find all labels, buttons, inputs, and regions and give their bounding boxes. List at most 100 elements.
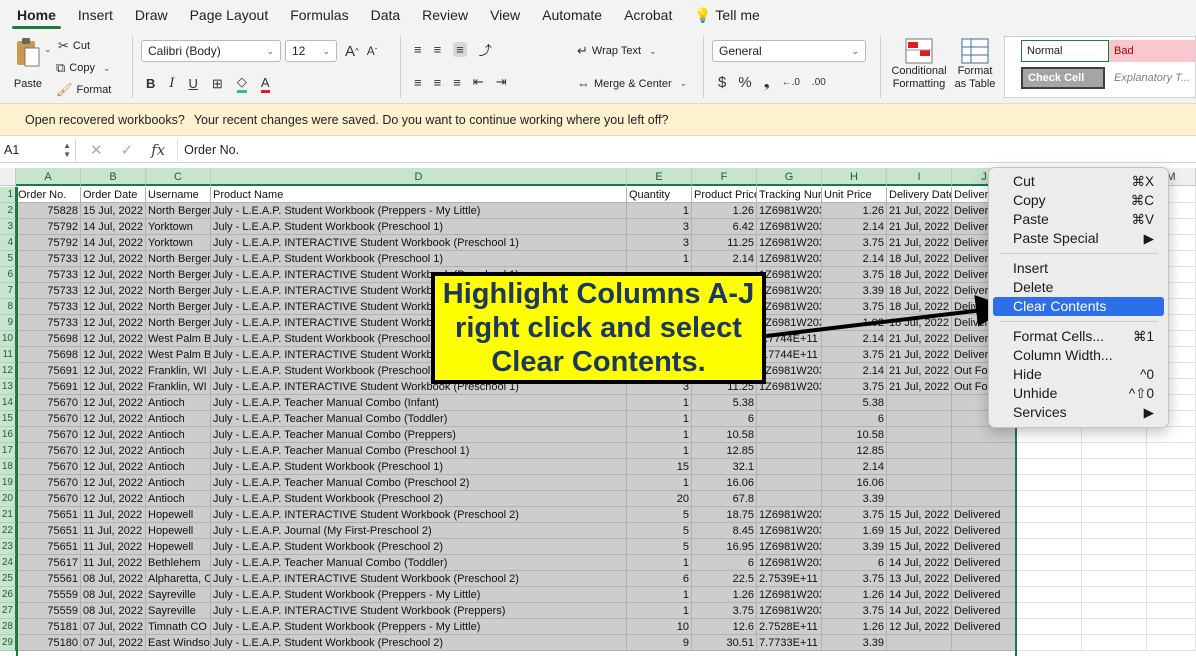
table-cell[interactable]: 12 Jul, 2022 [81, 395, 146, 411]
column-header[interactable]: C [146, 168, 211, 186]
table-cell[interactable]: July - L.E.A.P. Journal (My First-Presch… [211, 523, 627, 539]
empty-cell[interactable] [1017, 587, 1082, 603]
table-cell[interactable]: July - L.E.A.P. Teacher Manual Combo (Pr… [211, 427, 627, 443]
column-header[interactable]: F [692, 168, 757, 186]
row-header[interactable]: 2 [0, 203, 16, 219]
table-cell[interactable]: 1 [627, 555, 692, 571]
empty-cell[interactable] [1147, 603, 1196, 619]
table-cell[interactable]: 3.39 [822, 283, 887, 299]
table-cell[interactable]: 12.6 [692, 619, 757, 635]
column-header[interactable]: E [627, 168, 692, 186]
increase-indent-icon[interactable]: ⇥ [496, 74, 507, 90]
table-cell[interactable]: July - L.E.A.P. Teacher Manual Combo (Pr… [211, 443, 627, 459]
table-cell[interactable]: 2.7528E+11 [757, 619, 822, 635]
table-cell[interactable]: July - L.E.A.P. Student Workbook (Preppe… [211, 587, 627, 603]
table-cell[interactable]: Antioch [146, 443, 211, 459]
percent-icon[interactable]: % [738, 74, 751, 91]
table-cell[interactable]: 12 Jul, 2022 [81, 411, 146, 427]
align-top-icon[interactable]: ≡ [414, 42, 422, 57]
row-header[interactable]: 7 [0, 283, 16, 299]
table-cell[interactable]: Delivered [952, 523, 1017, 539]
tab-insert[interactable]: Insert [67, 0, 124, 30]
row-header[interactable]: 8 [0, 299, 16, 315]
table-cell[interactable]: 3.75 [822, 347, 887, 363]
table-cell[interactable]: 21 Jul, 2022 [887, 347, 952, 363]
table-cell[interactable]: 2.14 [692, 251, 757, 267]
table-cell[interactable]: 1Z6981W203 [757, 379, 822, 395]
table-cell[interactable]: Delivered [952, 603, 1017, 619]
table-cell[interactable]: 1.26 [692, 587, 757, 603]
bold-icon[interactable]: B [146, 76, 155, 91]
column-header[interactable]: D [211, 168, 627, 186]
table-cell[interactable]: 75792 [16, 235, 81, 251]
align-middle-icon[interactable]: ≡ [434, 42, 442, 57]
table-cell[interactable]: 3.39 [822, 539, 887, 555]
table-cell[interactable] [952, 491, 1017, 507]
row-header[interactable]: 3 [0, 219, 16, 235]
table-cell[interactable]: Timnath CO [146, 619, 211, 635]
table-cell[interactable]: 75651 [16, 539, 81, 555]
table-cell[interactable]: 3.75 [822, 267, 887, 283]
table-cell[interactable]: North Berger [146, 251, 211, 267]
tab-automate[interactable]: Automate [531, 0, 613, 30]
table-cell[interactable]: July - L.E.A.P. INTERACTIVE Student Work… [211, 507, 627, 523]
table-cell[interactable]: Delivered [952, 507, 1017, 523]
tab-draw[interactable]: Draw [124, 0, 179, 30]
table-cell[interactable]: 15 Jul, 2022 [81, 203, 146, 219]
table-cell[interactable]: 1 [627, 395, 692, 411]
column-header[interactable]: A [16, 168, 81, 186]
table-cell[interactable]: 1Z6981W203 [757, 203, 822, 219]
table-cell[interactable]: 08 Jul, 2022 [81, 571, 146, 587]
tab-review[interactable]: Review [411, 0, 479, 30]
table-cell[interactable]: 14 Jul, 2022 [81, 235, 146, 251]
italic-icon[interactable]: I [169, 76, 174, 91]
empty-cell[interactable] [1147, 523, 1196, 539]
table-cell[interactable]: 6 [692, 555, 757, 571]
table-cell[interactable]: 1Z6981W203 [757, 315, 822, 331]
table-cell[interactable]: 18 Jul, 2022 [887, 267, 952, 283]
empty-cell[interactable] [1017, 571, 1082, 587]
table-cell[interactable]: Sayreville [146, 603, 211, 619]
empty-cell[interactable] [1082, 459, 1147, 475]
table-cell[interactable]: Hopewell [146, 539, 211, 555]
table-cell[interactable]: 12 Jul, 2022 [81, 443, 146, 459]
table-cell[interactable]: Antioch [146, 395, 211, 411]
fill-color-icon[interactable]: ◇ [236, 74, 247, 93]
table-cell[interactable]: 12 Jul, 2022 [81, 491, 146, 507]
table-cell[interactable]: 20 [627, 491, 692, 507]
table-cell[interactable]: 1Z6981W203 [757, 603, 822, 619]
table-cell[interactable]: 12 Jul, 2022 [81, 363, 146, 379]
empty-cell[interactable] [1082, 507, 1147, 523]
table-cell[interactable]: North Berger [146, 283, 211, 299]
table-cell[interactable]: 18 Jul, 2022 [887, 299, 952, 315]
table-cell[interactable] [952, 459, 1017, 475]
table-cell[interactable]: Delivered [952, 571, 1017, 587]
menu-item-cut[interactable]: Cut ⌘X [993, 172, 1164, 191]
table-cell[interactable]: 18 Jul, 2022 [887, 283, 952, 299]
table-cell[interactable]: July - L.E.A.P. Student Workbook (Preppe… [211, 619, 627, 635]
table-cell[interactable]: 32.1 [692, 459, 757, 475]
empty-cell[interactable] [1147, 619, 1196, 635]
table-cell[interactable]: 75733 [16, 283, 81, 299]
table-cell[interactable]: 15 Jul, 2022 [887, 523, 952, 539]
table-cell[interactable]: 75691 [16, 379, 81, 395]
table-cell[interactable]: 75733 [16, 267, 81, 283]
table-cell[interactable]: 1 [627, 427, 692, 443]
table-cell[interactable]: 75559 [16, 587, 81, 603]
menu-item-clear-contents[interactable]: Clear Contents [993, 297, 1164, 316]
table-cell[interactable]: 1.26 [692, 203, 757, 219]
table-cell[interactable]: 1Z6981W203 [757, 219, 822, 235]
empty-cell[interactable] [1017, 555, 1082, 571]
table-cell[interactable]: 14 Jul, 2022 [81, 219, 146, 235]
empty-cell[interactable] [1082, 587, 1147, 603]
align-center-icon[interactable]: ≡ [434, 75, 442, 90]
font-color-icon[interactable]: A [260, 75, 270, 93]
table-cell[interactable]: 1Z6981W203 [757, 299, 822, 315]
menu-item-copy[interactable]: Copy ⌘C [993, 191, 1164, 210]
font-name-dropdown[interactable]: Calibri (Body) ⌄ [141, 40, 281, 62]
column-title-cell[interactable]: Product Name [211, 187, 627, 203]
table-cell[interactable]: 3.75 [822, 379, 887, 395]
table-cell[interactable]: 75691 [16, 363, 81, 379]
table-cell[interactable]: 22.5 [692, 571, 757, 587]
format-painter-button[interactable]: 🖌 Format [56, 82, 111, 98]
